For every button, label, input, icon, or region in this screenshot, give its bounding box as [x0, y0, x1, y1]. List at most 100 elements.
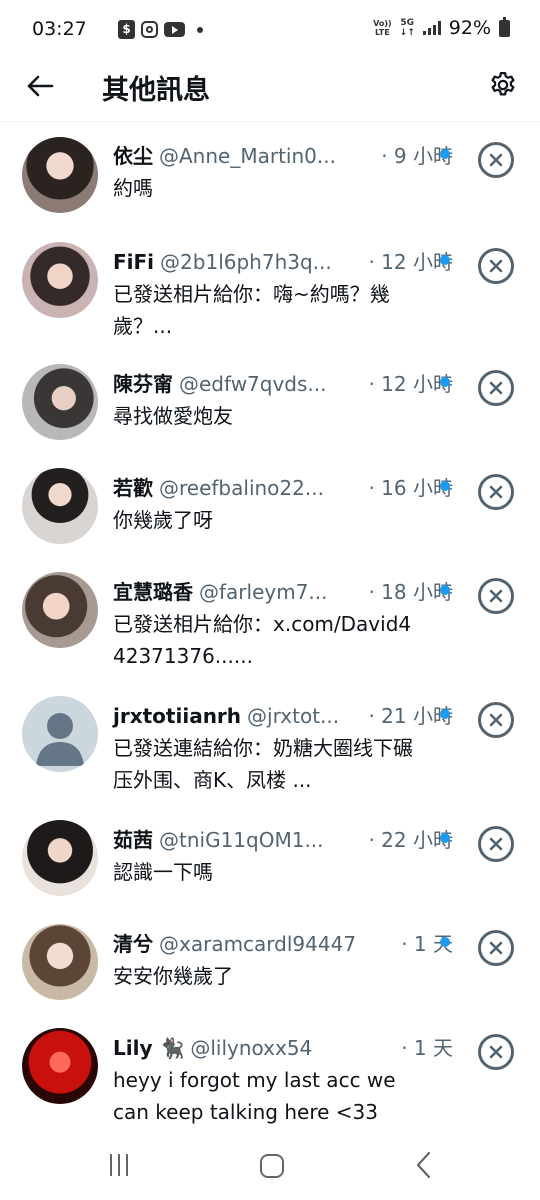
- message-preview: 已發送相片給你：嗨~約嗎？幾歲？...: [113, 282, 390, 338]
- avatar: [22, 364, 98, 440]
- sender-handle: @xaramcardl94447: [159, 932, 357, 956]
- avatar: [22, 137, 98, 213]
- sender-handle: @jrxtot...: [247, 704, 340, 728]
- message-header: 宜慧璐香 @farleym7... · 18 小時: [113, 576, 453, 606]
- system-navigation-bar: [0, 1140, 540, 1200]
- network-5g-indicator: 5G ↓↑: [399, 18, 415, 38]
- message-preview: 約嗎: [113, 176, 153, 200]
- message-preview: 你幾歲了呀: [113, 508, 213, 532]
- sender-name: FiFi: [113, 250, 155, 274]
- avatar: [22, 820, 98, 896]
- message-header: 茹茜 @tniG11qOM1... · 22 小時: [113, 824, 453, 854]
- dismiss-button[interactable]: [478, 1034, 514, 1070]
- sender-name: jrxtotiianrh: [113, 704, 242, 728]
- page-title: 其他訊息: [102, 75, 210, 106]
- close-icon: [489, 153, 503, 167]
- volte-indicator: Vo)) LTE: [373, 19, 392, 37]
- close-icon: [489, 589, 503, 603]
- unread-indicator: [440, 585, 450, 595]
- message-request-row[interactable]: jrxtotiianrh @jrxtot... · 21 小時 已發送連結給你：…: [0, 682, 540, 806]
- unread-indicator: [440, 937, 450, 947]
- close-icon: [489, 1045, 503, 1059]
- settings-button[interactable]: [486, 68, 520, 102]
- gear-icon: [491, 72, 515, 96]
- message-preview: 尋找做愛炮友: [113, 404, 233, 428]
- sender-name: 依尘: [113, 144, 153, 168]
- close-icon: [489, 941, 503, 955]
- sender-handle: @2b1l6ph7h3q...: [160, 250, 332, 274]
- message-preview: 已發送連結給你：奶糖大圈线下碾压外围、商K、凤楼 ...: [113, 736, 413, 792]
- message-header: jrxtotiianrh @jrxtot... · 21 小時: [113, 700, 453, 730]
- message-request-row[interactable]: 宜慧璐香 @farleym7... · 18 小時 已發送相片給你：x.com/…: [0, 558, 540, 682]
- close-icon: [489, 381, 503, 395]
- chevron-left-icon: [416, 1151, 431, 1179]
- system-back-button[interactable]: [412, 1150, 436, 1180]
- sender-name: Lily 🐈‍⬛: [113, 1036, 185, 1060]
- sender-handle: @lilynoxx54: [190, 1036, 313, 1060]
- dismiss-button[interactable]: [478, 370, 514, 406]
- dismiss-button[interactable]: [478, 702, 514, 738]
- close-icon: [489, 485, 503, 499]
- sender-handle: @edfw7qvds...: [179, 372, 327, 396]
- recent-apps-button[interactable]: [110, 1154, 134, 1178]
- close-icon: [489, 259, 503, 273]
- message-header: Lily 🐈‍⬛ @lilynoxx54 · 1 天: [113, 1032, 453, 1062]
- home-button[interactable]: [260, 1154, 284, 1178]
- avatar: [22, 1028, 98, 1104]
- sender-handle: @tniG11qOM1...: [159, 828, 324, 852]
- message-request-row[interactable]: 茹茜 @tniG11qOM1... · 22 小時 認識一下嗎: [0, 806, 540, 910]
- message-time: · 1 天: [401, 1036, 453, 1060]
- message-request-row[interactable]: 依尘 @Anne_Martin0... · 9 小時 約嗎: [0, 122, 540, 228]
- message-preview: 認識一下嗎: [113, 860, 213, 884]
- avatar: [22, 242, 98, 318]
- unread-indicator: [440, 377, 450, 387]
- close-icon: [489, 713, 503, 727]
- dismiss-button[interactable]: [478, 578, 514, 614]
- sender-handle: @Anne_Martin0...: [159, 144, 336, 168]
- avatar: [22, 924, 98, 1000]
- message-header: 依尘 @Anne_Martin0... · 9 小時: [113, 140, 453, 170]
- unread-indicator: [440, 481, 450, 491]
- message-preview: 已發送相片給你：x.com/David442371376......: [113, 612, 412, 668]
- more-notifications-dot-icon: [197, 26, 203, 33]
- message-request-row[interactable]: 清兮 @xaramcardl94447 · 1 天 安安你幾歲了: [0, 910, 540, 1014]
- system-indicators: Vo)) LTE 5G ↓↑ 92%: [373, 16, 510, 39]
- instagram-icon: [141, 21, 158, 38]
- dismiss-button[interactable]: [478, 474, 514, 510]
- top-app-bar: 其他訊息: [0, 60, 540, 122]
- unread-indicator: [440, 833, 450, 843]
- dismiss-button[interactable]: [478, 248, 514, 284]
- message-request-row[interactable]: 陳芬甯 @edfw7qvds... · 12 小時 尋找做愛炮友: [0, 350, 540, 454]
- sender-name: 陳芬甯: [113, 372, 173, 396]
- message-request-row[interactable]: FiFi @2b1l6ph7h3q... · 12 小時 已發送相片給你：嗨~約…: [0, 228, 540, 350]
- dismiss-button[interactable]: [478, 826, 514, 862]
- sender-handle: @farleym7...: [199, 580, 328, 604]
- sender-name: 若歡: [113, 476, 153, 500]
- sender-name: 清兮: [113, 932, 153, 956]
- message-header: 若歡 @reefbalino22... · 16 小時: [113, 472, 453, 502]
- sender-name: 茹茜: [113, 828, 153, 852]
- arrow-left-icon: [27, 75, 54, 97]
- back-button[interactable]: [24, 70, 56, 102]
- message-request-row[interactable]: Lily 🐈‍⬛ @lilynoxx54 · 1 天 heyy i forgot…: [0, 1014, 540, 1136]
- unread-indicator: [440, 149, 450, 159]
- dismiss-button[interactable]: [478, 142, 514, 178]
- status-bar: 03:27 $ Vo)) LTE 5G ↓↑ 92%: [0, 0, 540, 60]
- signal-icon: [422, 21, 441, 35]
- default-avatar: [22, 696, 98, 772]
- dismiss-button[interactable]: [478, 930, 514, 966]
- message-request-row[interactable]: 若歡 @reefbalino22... · 16 小時 你幾歲了呀: [0, 454, 540, 558]
- status-time: 03:27: [32, 18, 87, 40]
- avatar: [22, 572, 98, 648]
- sender-name: 宜慧璐香: [113, 580, 193, 604]
- battery-percent: 92%: [448, 17, 491, 39]
- default-person-icon: [36, 713, 84, 766]
- youtube-icon: [164, 22, 185, 37]
- message-preview: heyy i forgot my last acc we can keep ta…: [113, 1068, 396, 1124]
- shopping-app-icon: $: [118, 20, 135, 39]
- message-header: FiFi @2b1l6ph7h3q... · 12 小時: [113, 246, 453, 276]
- recent-apps-icon: [110, 1154, 112, 1176]
- message-header: 陳芬甯 @edfw7qvds... · 12 小時: [113, 368, 453, 398]
- close-icon: [489, 837, 503, 851]
- unread-indicator: [440, 709, 450, 719]
